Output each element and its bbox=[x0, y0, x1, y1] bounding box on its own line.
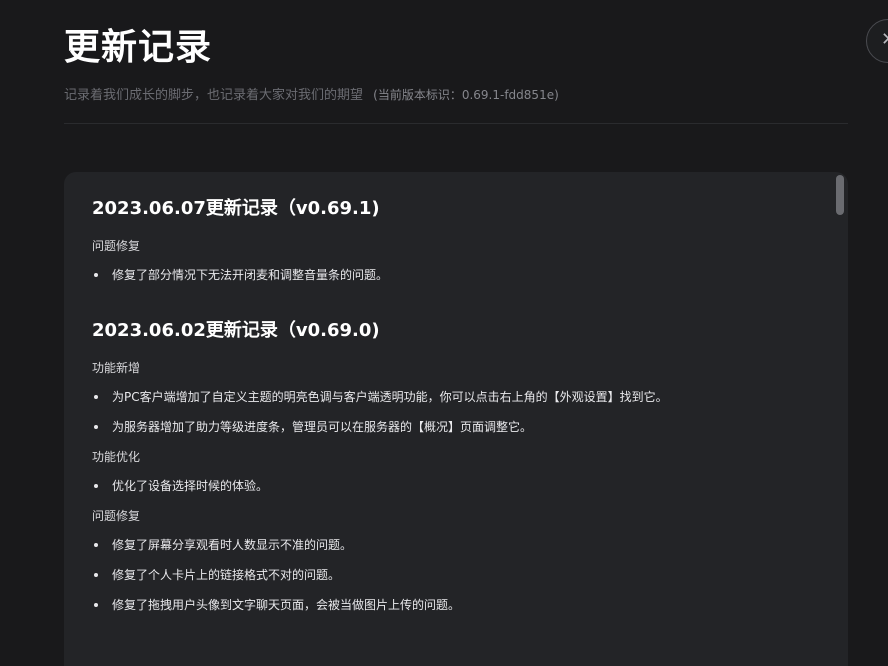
close-icon: ✕ bbox=[881, 29, 888, 50]
list-item: 修复了屏幕分享观看时人数显示不准的问题。 bbox=[92, 535, 822, 565]
item-text: 修复了个人卡片上的链接格式不对的问题。 bbox=[112, 568, 341, 582]
release-title: 2023.06.02更新记录（v0.69.0) bbox=[92, 320, 380, 341]
section-heading: 功能优化 bbox=[92, 450, 141, 464]
bullet-icon bbox=[94, 395, 98, 399]
bullet-icon bbox=[94, 273, 98, 277]
list-item: 为PC客户端增加了自定义主题的明亮色调与客户端透明功能，你可以点击右上角的【外观… bbox=[92, 387, 822, 417]
release-title: 2023.06.07更新记录（v0.69.1) bbox=[92, 198, 380, 219]
list-item: 为服务器增加了助力等级进度条，管理员可以在服务器的【概况】页面调整它。 bbox=[92, 417, 822, 447]
section-heading: 问题修复 bbox=[92, 239, 141, 253]
close-button[interactable]: ✕ bbox=[866, 19, 888, 63]
release-section: 功能新增 为PC客户端增加了自定义主题的明亮色调与客户端透明功能，你可以点击右上… bbox=[92, 358, 822, 447]
release-section: 问题修复 修复了屏幕分享观看时人数显示不准的问题。 修复了个人卡片上的链接格式不… bbox=[92, 506, 822, 625]
header-divider bbox=[64, 123, 848, 124]
scrollbar-thumb[interactable] bbox=[836, 175, 844, 215]
item-text: 修复了拖拽用户头像到文字聊天页面，会被当做图片上传的问题。 bbox=[112, 598, 461, 612]
list-item: 优化了设备选择时候的体验。 bbox=[92, 476, 822, 506]
page-title: 更新记录 bbox=[64, 27, 213, 68]
item-text: 修复了屏幕分享观看时人数显示不准的问题。 bbox=[112, 538, 353, 552]
list-item: 修复了部分情况下无法开闭麦和调整音量条的问题。 bbox=[92, 265, 822, 295]
release-entry: 2023.06.07更新记录（v0.69.1) 问题修复 修复了部分情况下无法开… bbox=[92, 197, 822, 295]
subtitle-text: 记录着我们成长的脚步，也记录着大家对我们的期望 bbox=[64, 88, 364, 103]
bullet-icon bbox=[94, 603, 98, 607]
changelog-page: 更新记录 记录着我们成长的脚步，也记录着大家对我们的期望 (当前版本标识：0.6… bbox=[0, 0, 888, 666]
item-text: 优化了设备选择时候的体验。 bbox=[112, 479, 269, 493]
list-item: 修复了个人卡片上的链接格式不对的问题。 bbox=[92, 565, 822, 595]
bullet-icon bbox=[94, 543, 98, 547]
item-text: 修复了部分情况下无法开闭麦和调整音量条的问题。 bbox=[112, 268, 389, 282]
item-text: 为服务器增加了助力等级进度条，管理员可以在服务器的【概况】页面调整它。 bbox=[112, 420, 533, 434]
section-heading: 功能新增 bbox=[92, 361, 141, 375]
version-label: (当前版本标识：0.69.1-fdd851e) bbox=[373, 88, 559, 102]
section-heading: 问题修复 bbox=[92, 509, 141, 523]
release-section: 问题修复 修复了部分情况下无法开闭麦和调整音量条的问题。 bbox=[92, 236, 822, 295]
list-item: 修复了拖拽用户头像到文字聊天页面，会被当做图片上传的问题。 bbox=[92, 595, 822, 625]
release-entry: 2023.06.02更新记录（v0.69.0) 功能新增 为PC客户端增加了自定… bbox=[92, 319, 822, 625]
release-section: 功能优化 优化了设备选择时候的体验。 bbox=[92, 447, 822, 506]
bullet-icon bbox=[94, 484, 98, 488]
changelog-card[interactable]: 2023.06.07更新记录（v0.69.1) 问题修复 修复了部分情况下无法开… bbox=[64, 172, 848, 666]
changelog-content: 2023.06.07更新记录（v0.69.1) 问题修复 修复了部分情况下无法开… bbox=[92, 197, 822, 649]
item-text: 为PC客户端增加了自定义主题的明亮色调与客户端透明功能，你可以点击右上角的【外观… bbox=[112, 390, 668, 404]
bullet-icon bbox=[94, 425, 98, 429]
page-subtitle: 记录着我们成长的脚步，也记录着大家对我们的期望 (当前版本标识：0.69.1-f… bbox=[64, 84, 559, 103]
bullet-icon bbox=[94, 573, 98, 577]
